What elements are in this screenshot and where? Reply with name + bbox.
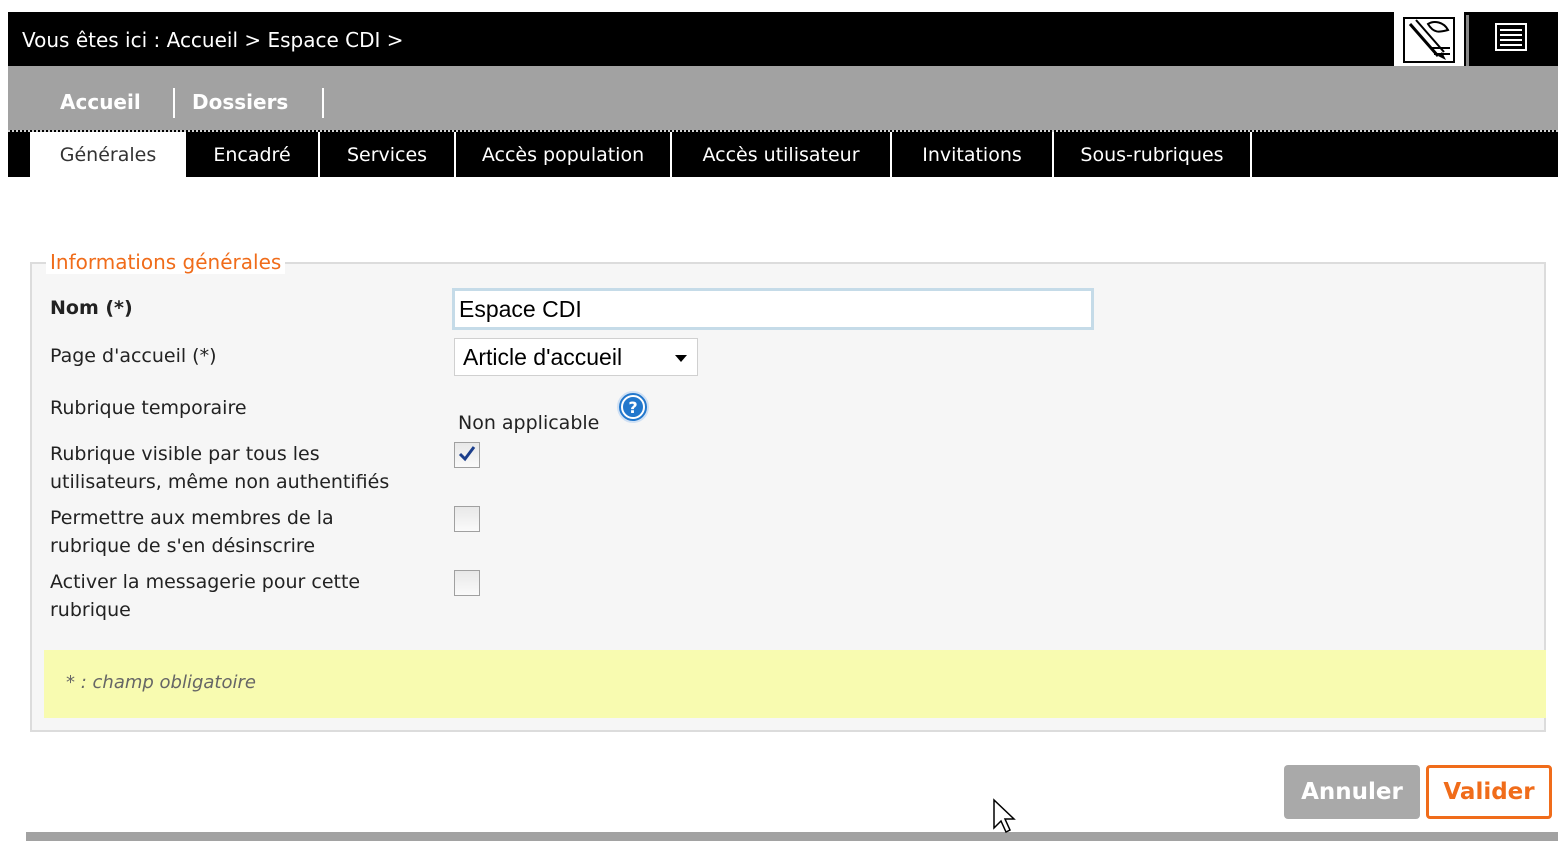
tab-encadre[interactable]: Encadré <box>186 132 320 177</box>
checkmark-icon <box>458 446 476 462</box>
page-accueil-value: Article d'accueil <box>463 343 623 370</box>
nom-label: Nom (*) <box>50 297 133 319</box>
breadcrumb-bar: Vous êtes ici : Accueil > Espace CDI > <box>8 12 1558 70</box>
mouse-cursor-icon <box>993 798 1016 834</box>
rubrique-temporaire-value: Non applicable <box>458 412 600 434</box>
nom-input[interactable] <box>452 288 1094 330</box>
tab-services[interactable]: Services <box>320 132 456 177</box>
svg-text:?: ? <box>628 398 637 417</box>
chevron-down-icon <box>675 355 687 362</box>
desinscrire-checkbox[interactable] <box>454 506 480 532</box>
visible-checkbox[interactable] <box>454 442 480 468</box>
submit-button[interactable]: Valider <box>1426 765 1552 819</box>
nav-item-dossiers[interactable]: Dossiers <box>192 90 288 114</box>
tab-acces-population[interactable]: Accès population <box>456 132 672 177</box>
tab-acces-utilisateur[interactable]: Accès utilisateur <box>672 132 892 177</box>
edit-pencil-icon[interactable] <box>1392 12 1466 70</box>
nav-separator <box>322 88 324 118</box>
help-icon[interactable]: ? <box>616 390 650 424</box>
breadcrumb: Vous êtes ici : Accueil > Espace CDI > <box>22 28 404 52</box>
rubrique-temporaire-label: Rubrique temporaire <box>50 397 247 419</box>
messagerie-checkbox[interactable] <box>454 570 480 596</box>
bottom-bar <box>26 832 1558 841</box>
visible-label-line2: utilisateurs, même non authentifiés <box>50 471 390 493</box>
messagerie-label-line1: Activer la messagerie pour cette <box>50 571 361 593</box>
nav-item-accueil[interactable]: Accueil <box>60 90 141 114</box>
page-accueil-select[interactable]: Article d'accueil <box>454 338 698 376</box>
main-nav: Accueil Dossiers <box>8 66 1558 130</box>
fieldset-legend: Informations générales <box>46 250 286 274</box>
required-note-text: * : champ obligatoire <box>66 672 256 693</box>
tab-generales[interactable]: Générales <box>30 132 186 177</box>
page-accueil-label: Page d'accueil (*) <box>50 345 217 367</box>
required-note: * : champ obligatoire <box>44 650 1546 718</box>
list-menu-icon[interactable] <box>1494 22 1528 52</box>
desinscrire-label-line1: Permettre aux membres de la <box>50 507 334 529</box>
general-info-fieldset: Informations générales Nom (*) Page d'ac… <box>30 250 1546 732</box>
cancel-button[interactable]: Annuler <box>1284 765 1420 819</box>
tab-sous-rubriques[interactable]: Sous-rubriques <box>1054 132 1252 177</box>
app-window: Vous êtes ici : Accueil > Espace CDI > A… <box>8 12 1558 841</box>
messagerie-label-line2: rubrique <box>50 599 131 621</box>
tabs-bar: Générales Encadré Services Accès populat… <box>8 130 1558 177</box>
desinscrire-label-line2: rubrique de s'en désinscrire <box>50 535 316 557</box>
visible-label-line1: Rubrique visible par tous les <box>50 443 320 465</box>
tab-invitations[interactable]: Invitations <box>892 132 1054 177</box>
nav-separator <box>173 88 175 118</box>
